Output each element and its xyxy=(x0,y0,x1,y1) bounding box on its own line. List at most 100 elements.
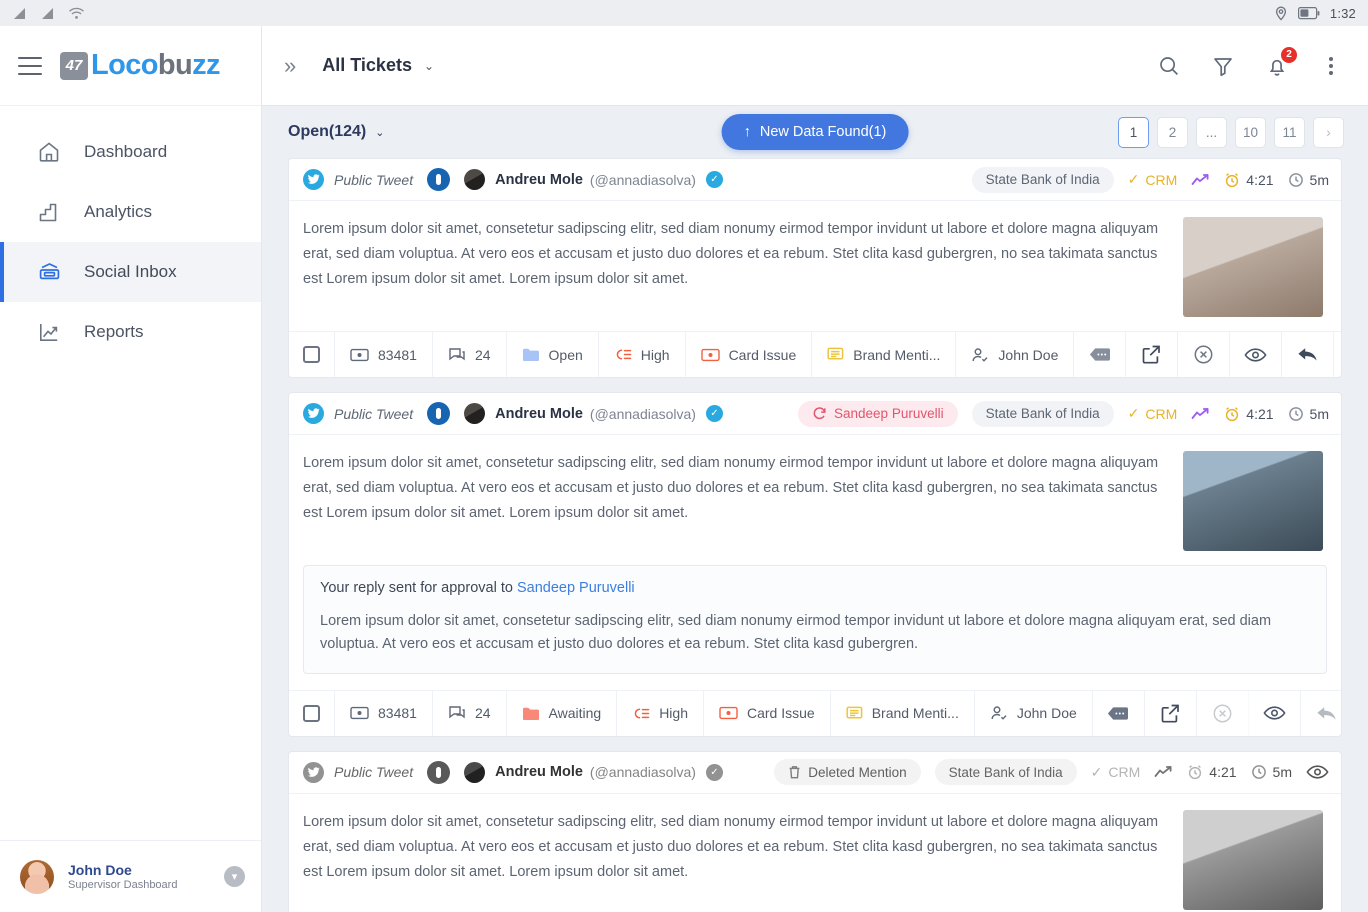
comment-count[interactable]: 24 xyxy=(433,332,507,377)
ticket-media-image[interactable] xyxy=(1183,217,1323,317)
ticket-filter-label: All Tickets xyxy=(322,55,412,75)
twitter-icon xyxy=(303,169,324,190)
approver-link[interactable]: Sandeep Puruvelli xyxy=(517,580,635,596)
reply-button[interactable] xyxy=(1282,332,1335,377)
comment-count[interactable]: 24 xyxy=(433,690,507,736)
tag-button[interactable] xyxy=(1074,332,1127,377)
pagination: 1 2 ... 10 11 › xyxy=(1118,116,1344,148)
tag-icon xyxy=(1089,347,1111,362)
author-name[interactable]: Andreu Mole xyxy=(495,406,583,422)
chevron-down-icon: ⌄ xyxy=(423,58,435,73)
avatar xyxy=(464,761,486,783)
verified-badge-icon: ✓ xyxy=(705,405,723,422)
kebab-menu-icon[interactable] xyxy=(1318,53,1344,79)
app-shell: 47 Locobuzz Dashboard Analytics Social I… xyxy=(0,26,1368,912)
eye-icon xyxy=(1306,764,1329,780)
ticket-status[interactable]: Awaiting xyxy=(507,690,618,736)
mention-type-label: Brand Menti... xyxy=(853,346,941,363)
ticket-category[interactable]: Card Issue xyxy=(704,690,831,736)
mention-type[interactable]: Brand Menti... xyxy=(831,690,975,736)
ticket-filter-select[interactable]: All Tickets ⌄ xyxy=(322,55,434,76)
check-icon: ✓ xyxy=(1090,763,1103,780)
sidebar-item-dashboard[interactable]: Dashboard xyxy=(0,122,261,182)
status-filter-dropdown[interactable]: Open(124) ⌄ xyxy=(288,123,384,141)
age-timer: 5m xyxy=(1288,172,1329,188)
ticket-card-body: Lorem ipsum dolor sit amet, consetetur s… xyxy=(289,201,1341,331)
ticket-id[interactable]: 83481 xyxy=(335,690,433,736)
ticket-status[interactable]: Open xyxy=(507,332,599,377)
view-button[interactable] xyxy=(1230,332,1283,377)
author-handle[interactable]: (@annadiasolva) xyxy=(590,406,696,422)
status-filter-label: Open(124) xyxy=(288,123,367,140)
close-ticket-button[interactable] xyxy=(1178,332,1231,377)
page-next-button[interactable]: › xyxy=(1313,116,1344,148)
ticket-card-header: Public Tweet Andreu Mole (@annadiasolva)… xyxy=(289,752,1341,794)
ticket-id[interactable]: 83481 xyxy=(335,332,433,377)
user-check-icon xyxy=(971,347,989,363)
chevron-down-icon[interactable]: ▾ xyxy=(224,866,245,887)
ticket-tag-icon xyxy=(719,706,738,720)
page-button-2[interactable]: 2 xyxy=(1157,116,1188,148)
funnel-icon[interactable] xyxy=(1210,53,1236,79)
age-time-label: 5m xyxy=(1272,764,1292,781)
crm-status[interactable]: ✓ CRM xyxy=(1128,171,1178,188)
sidebar-user-footer[interactable]: John Doe Supervisor Dashboard ▾ xyxy=(0,840,261,912)
trend-up-icon[interactable] xyxy=(1191,173,1210,187)
page-button-11[interactable]: 11 xyxy=(1274,116,1305,148)
sidebar-item-reports[interactable]: Reports xyxy=(0,302,261,362)
ticket-id-label: 83481 xyxy=(378,705,417,722)
battery-icon xyxy=(1297,6,1320,20)
trend-up-icon[interactable] xyxy=(1191,407,1210,421)
ticket-card: Public Tweet Andreu Mole (@annadiasolva)… xyxy=(288,750,1342,912)
select-checkbox[interactable] xyxy=(289,690,335,736)
open-external-button[interactable] xyxy=(1145,690,1197,736)
sidebar-item-social-inbox[interactable]: Social Inbox xyxy=(0,242,261,302)
crm-status[interactable]: ✓ CRM xyxy=(1128,405,1178,422)
author-name[interactable]: Andreu Mole xyxy=(495,172,583,188)
location-icon xyxy=(1274,6,1288,21)
view-button[interactable] xyxy=(1249,690,1301,736)
note-icon xyxy=(827,347,844,362)
user-check-icon xyxy=(990,705,1008,721)
approval-body-text: Lorem ipsum dolor sit amet, consetetur s… xyxy=(320,613,1272,653)
assigned-agent[interactable]: John Doe xyxy=(956,332,1075,377)
ticket-priority[interactable]: High xyxy=(599,332,686,377)
ticket-category[interactable]: Card Issue xyxy=(686,332,813,377)
ticket-priority[interactable]: High xyxy=(617,690,704,736)
external-link-icon xyxy=(1160,703,1181,724)
search-icon[interactable] xyxy=(1156,53,1182,79)
ticket-tag-icon xyxy=(700,348,720,362)
sidebar-item-analytics[interactable]: Analytics xyxy=(0,182,261,242)
page-button-10[interactable]: 10 xyxy=(1235,116,1266,148)
ticket-media-image[interactable] xyxy=(1183,451,1323,551)
alarm-clock-icon xyxy=(1224,406,1240,422)
view-button[interactable] xyxy=(1306,764,1329,780)
tag-button[interactable] xyxy=(1093,690,1145,736)
assignee-tag: Sandeep Puruvelli xyxy=(798,400,958,427)
assigned-agent[interactable]: John Doe xyxy=(975,690,1093,736)
locobuzz-logo[interactable]: 47 Locobuzz xyxy=(60,51,221,80)
hamburger-menu-icon[interactable] xyxy=(18,56,42,75)
double-chevron-right-icon[interactable]: » xyxy=(284,53,296,79)
page-button-1[interactable]: 1 xyxy=(1118,116,1149,148)
brand-row: 47 Locobuzz xyxy=(0,26,261,106)
mention-type[interactable]: Brand Menti... xyxy=(812,332,957,377)
user-name: John Doe xyxy=(68,861,132,878)
author-handle[interactable]: (@annadiasolva) xyxy=(590,172,696,188)
more-actions-button[interactable] xyxy=(1334,332,1341,377)
author-handle[interactable]: (@annadiasolva) xyxy=(590,764,696,780)
page-ellipsis[interactable]: ... xyxy=(1196,116,1227,148)
ticket-media-image[interactable] xyxy=(1183,809,1323,910)
author-name[interactable]: Andreu Mole xyxy=(495,764,583,780)
bell-icon[interactable]: 2 xyxy=(1264,46,1297,79)
new-data-found-button[interactable]: ↑ New Data Found(1) xyxy=(721,114,909,150)
reply-button xyxy=(1301,691,1341,736)
ticket-status-label: Awaiting xyxy=(548,705,602,722)
deleted-mention-label: Deleted Mention xyxy=(808,764,907,780)
select-checkbox[interactable] xyxy=(289,332,335,377)
list-header: Open(124) ⌄ ↑ New Data Found(1) 1 2 ... … xyxy=(262,106,1368,158)
top-bar: » All Tickets ⌄ 2 xyxy=(262,26,1368,106)
open-external-button[interactable] xyxy=(1126,332,1179,377)
sidebar: 47 Locobuzz Dashboard Analytics Social I… xyxy=(0,26,262,912)
crm-label: CRM xyxy=(1145,405,1178,422)
